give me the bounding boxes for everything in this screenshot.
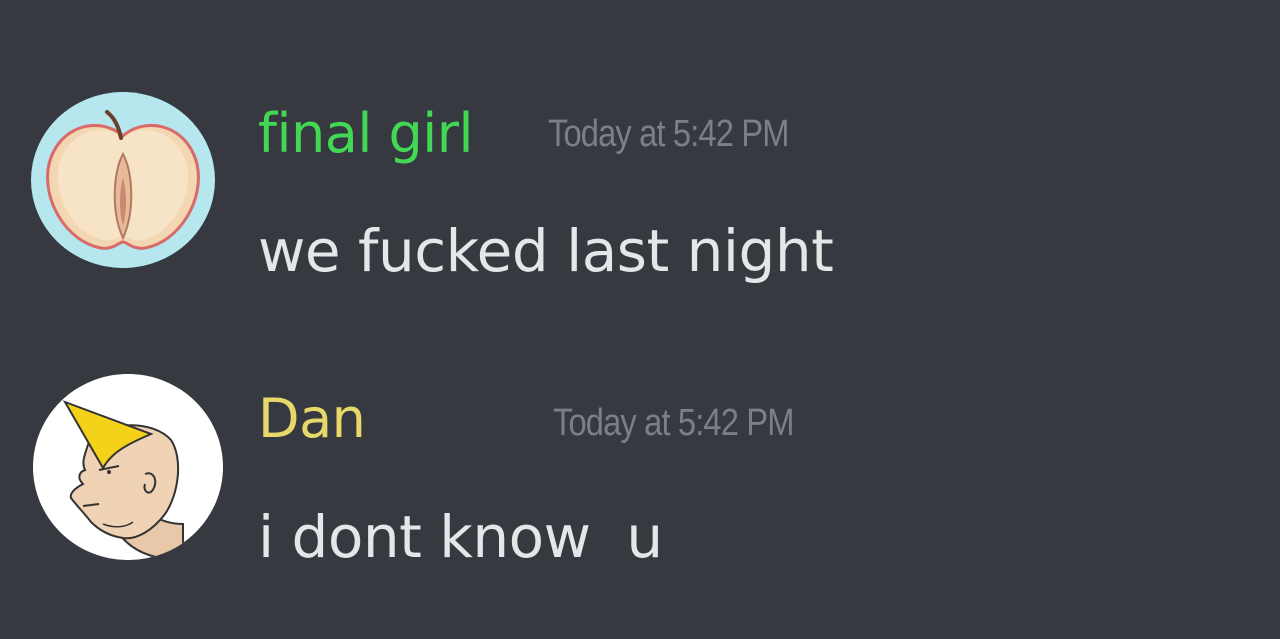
message-content: i dont know u	[258, 503, 663, 571]
user-avatar[interactable]	[33, 374, 223, 560]
user-avatar[interactable]	[31, 92, 215, 268]
message: Dan Today at 5:42 PM i dont know u	[0, 320, 1280, 639]
timestamp: Today at 5:42 PM	[553, 402, 794, 444]
message-content: we fucked last night	[258, 217, 834, 285]
message: final girl Today at 5:42 PM we fucked la…	[0, 0, 1280, 320]
username[interactable]: Dan	[258, 392, 366, 446]
chad-face-icon	[35, 374, 221, 560]
chat-messages: final girl Today at 5:42 PM we fucked la…	[0, 0, 1280, 639]
apple-icon	[35, 92, 211, 268]
username[interactable]: final girl	[258, 107, 473, 161]
timestamp: Today at 5:42 PM	[548, 113, 789, 155]
